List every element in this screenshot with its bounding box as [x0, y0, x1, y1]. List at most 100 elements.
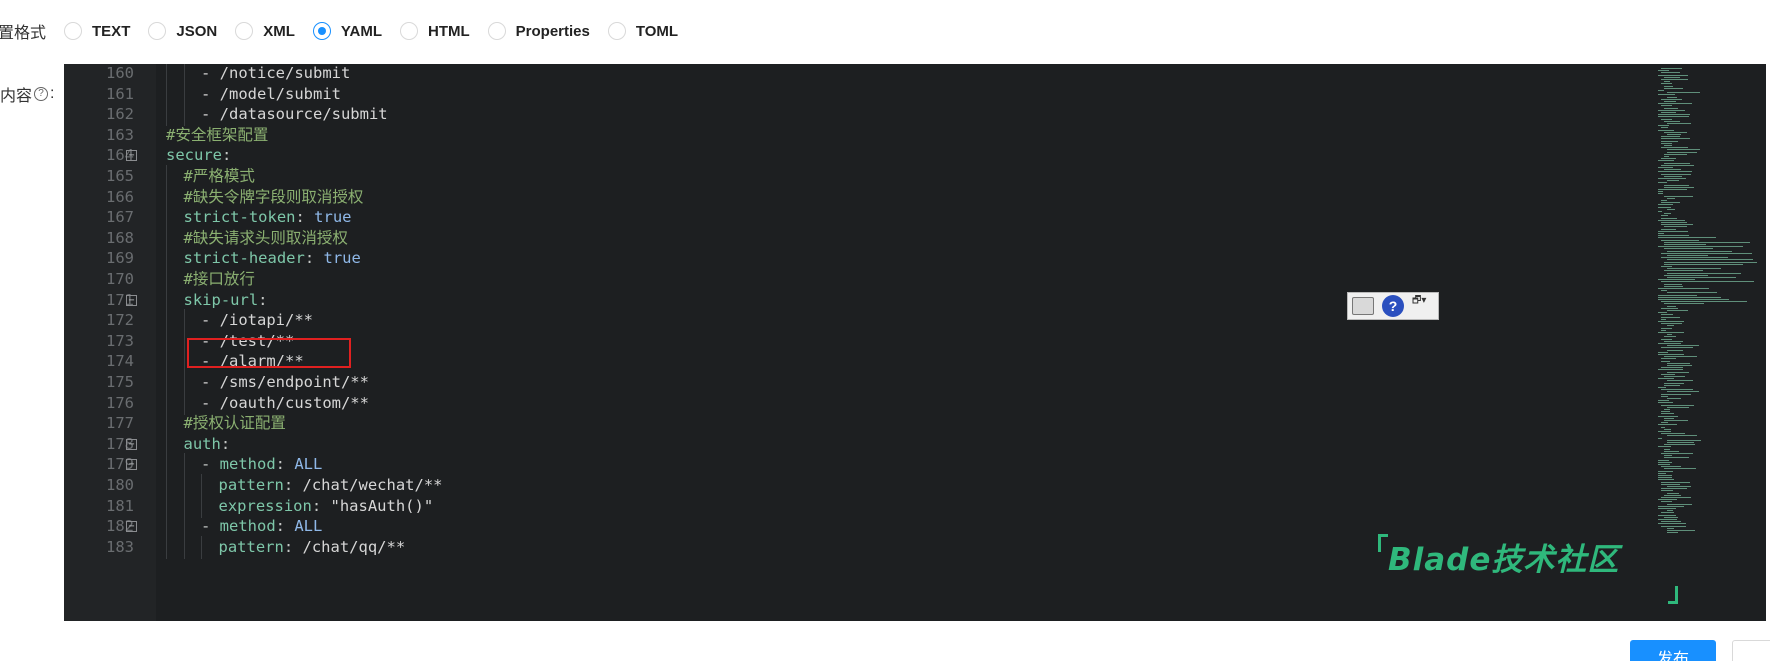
code-text: - method: ALL [201, 455, 323, 474]
minimap-line [1661, 158, 1676, 160]
yaml-key: strict-header [183, 249, 305, 268]
floating-toolbar: ? 🗗▾ [1347, 292, 1439, 320]
minimap-line [1667, 96, 1677, 98]
code-text: auth: [183, 434, 231, 453]
fold-toggle-icon[interactable]: − [126, 438, 137, 450]
minimap-line [1664, 340, 1683, 342]
minimap-line [1667, 268, 1721, 270]
minimap-line [1661, 512, 1674, 514]
line-number: 173 [106, 331, 134, 350]
code-text: - /iotapi/** [201, 309, 313, 332]
radio-circle[interactable] [148, 22, 167, 40]
minimap-line [1661, 257, 1729, 259]
minimap-line [1661, 301, 1747, 303]
minimap-line [1661, 323, 1682, 325]
yaml-list-item: - /oauth/custom/** [201, 393, 369, 412]
minimap-line [1658, 523, 1686, 525]
minimap-line [1658, 193, 1663, 195]
line-number: 166 [106, 187, 134, 206]
minimap-line [1658, 182, 1667, 184]
fold-toggle-icon[interactable]: − [126, 150, 137, 162]
indent-guide [166, 329, 167, 353]
radio-circle[interactable] [64, 22, 83, 40]
radio-circle[interactable] [312, 22, 331, 40]
keyboard-icon[interactable] [1352, 297, 1374, 315]
minimap-line [1658, 472, 1667, 474]
content-label-text: 内容 [0, 88, 33, 105]
minimap-line [1661, 411, 1670, 413]
minimap-line [1664, 409, 1670, 410]
radio-label: TOML [635, 22, 679, 40]
format-option-text[interactable]: TEXT [64, 22, 130, 40]
fold-toggle-icon[interactable]: − [126, 294, 137, 306]
help-button-icon[interactable]: ? [1382, 295, 1404, 317]
minimap-line [1664, 448, 1670, 450]
content-label-colon: : [50, 85, 55, 102]
minimap-line [1667, 492, 1679, 494]
minimap-line [1664, 186, 1695, 188]
minimap-line [1667, 92, 1701, 94]
minimap-line [1661, 224, 1693, 226]
format-option-toml[interactable]: TOML [607, 22, 679, 40]
indent-guide [183, 350, 185, 374]
code-line: 177 #授权认证配置 [64, 412, 1624, 436]
minimap-line [1661, 389, 1693, 391]
minimap-line [1661, 222, 1688, 223]
code-text: strict-header: true [183, 249, 361, 268]
minimap-line [1661, 488, 1688, 490]
code-text: pattern: /chat/wechat/** [218, 476, 443, 494]
editor-minimap[interactable] [1650, 64, 1766, 621]
format-option-properties[interactable]: Properties [487, 22, 590, 40]
minimap-line [1658, 160, 1674, 162]
indent-guide [166, 432, 167, 456]
fold-toggle-icon[interactable]: − [126, 521, 137, 533]
help-icon[interactable]: ? [34, 87, 49, 101]
minimap-line [1658, 514, 1676, 516]
minimap-line [1658, 204, 1673, 206]
minimap-line [1664, 417, 1675, 419]
publish-button[interactable]: 发布 [1630, 640, 1716, 661]
code-line: 162 - /datasource/submit [64, 103, 1624, 127]
format-option-xml[interactable]: XML [235, 22, 295, 40]
indent-guide [183, 329, 185, 353]
minimap-line [1658, 332, 1684, 333]
radio-circle[interactable] [487, 22, 506, 40]
yaml-value: ALL [294, 455, 323, 474]
indent-guide [201, 474, 202, 497]
code-text: - /datasource/submit [201, 103, 388, 126]
minimap-line [1664, 428, 1671, 430]
minimap-line [1661, 215, 1669, 217]
restore-window-icon[interactable]: 🗗▾ [1412, 296, 1426, 316]
minimap-line [1661, 483, 1681, 485]
yaml-value: true [323, 249, 361, 268]
minimap-line [1661, 140, 1679, 142]
minimap-line [1658, 378, 1674, 380]
secondary-button[interactable] [1732, 640, 1770, 661]
minimap-line [1658, 246, 1743, 248]
yaml-comment: #安全框架配置 [166, 125, 269, 144]
yaml-value: /chat/wechat/** [302, 476, 443, 494]
indent-guide [166, 206, 167, 230]
code-text: pattern: /chat/qq/** [218, 537, 406, 556]
minimap-line [1664, 261, 1758, 263]
fold-toggle-icon[interactable]: − [126, 459, 137, 471]
minimap-line [1658, 351, 1669, 353]
minimap-line [1661, 367, 1683, 369]
yaml-key: auth [183, 434, 221, 453]
radio-circle[interactable] [607, 22, 626, 40]
yaml-key: skip-url [183, 290, 259, 309]
radio-circle[interactable] [235, 22, 254, 40]
format-option-html[interactable]: HTML [400, 22, 470, 40]
yaml-key: pattern [218, 537, 284, 556]
minimap-line [1658, 402, 1673, 404]
radio-circle[interactable] [400, 22, 419, 40]
yaml-comment: #缺失令牌字段则取消授权 [183, 187, 364, 206]
minimap-line [1664, 285, 1684, 287]
minimap-line [1661, 290, 1667, 292]
format-option-json[interactable]: JSON [148, 22, 217, 40]
line-number: 172 [106, 311, 134, 330]
minimap-line [1661, 68, 1682, 69]
indent-guide [166, 226, 167, 250]
format-option-yaml[interactable]: YAML [312, 22, 382, 40]
indent-guide [166, 494, 167, 518]
